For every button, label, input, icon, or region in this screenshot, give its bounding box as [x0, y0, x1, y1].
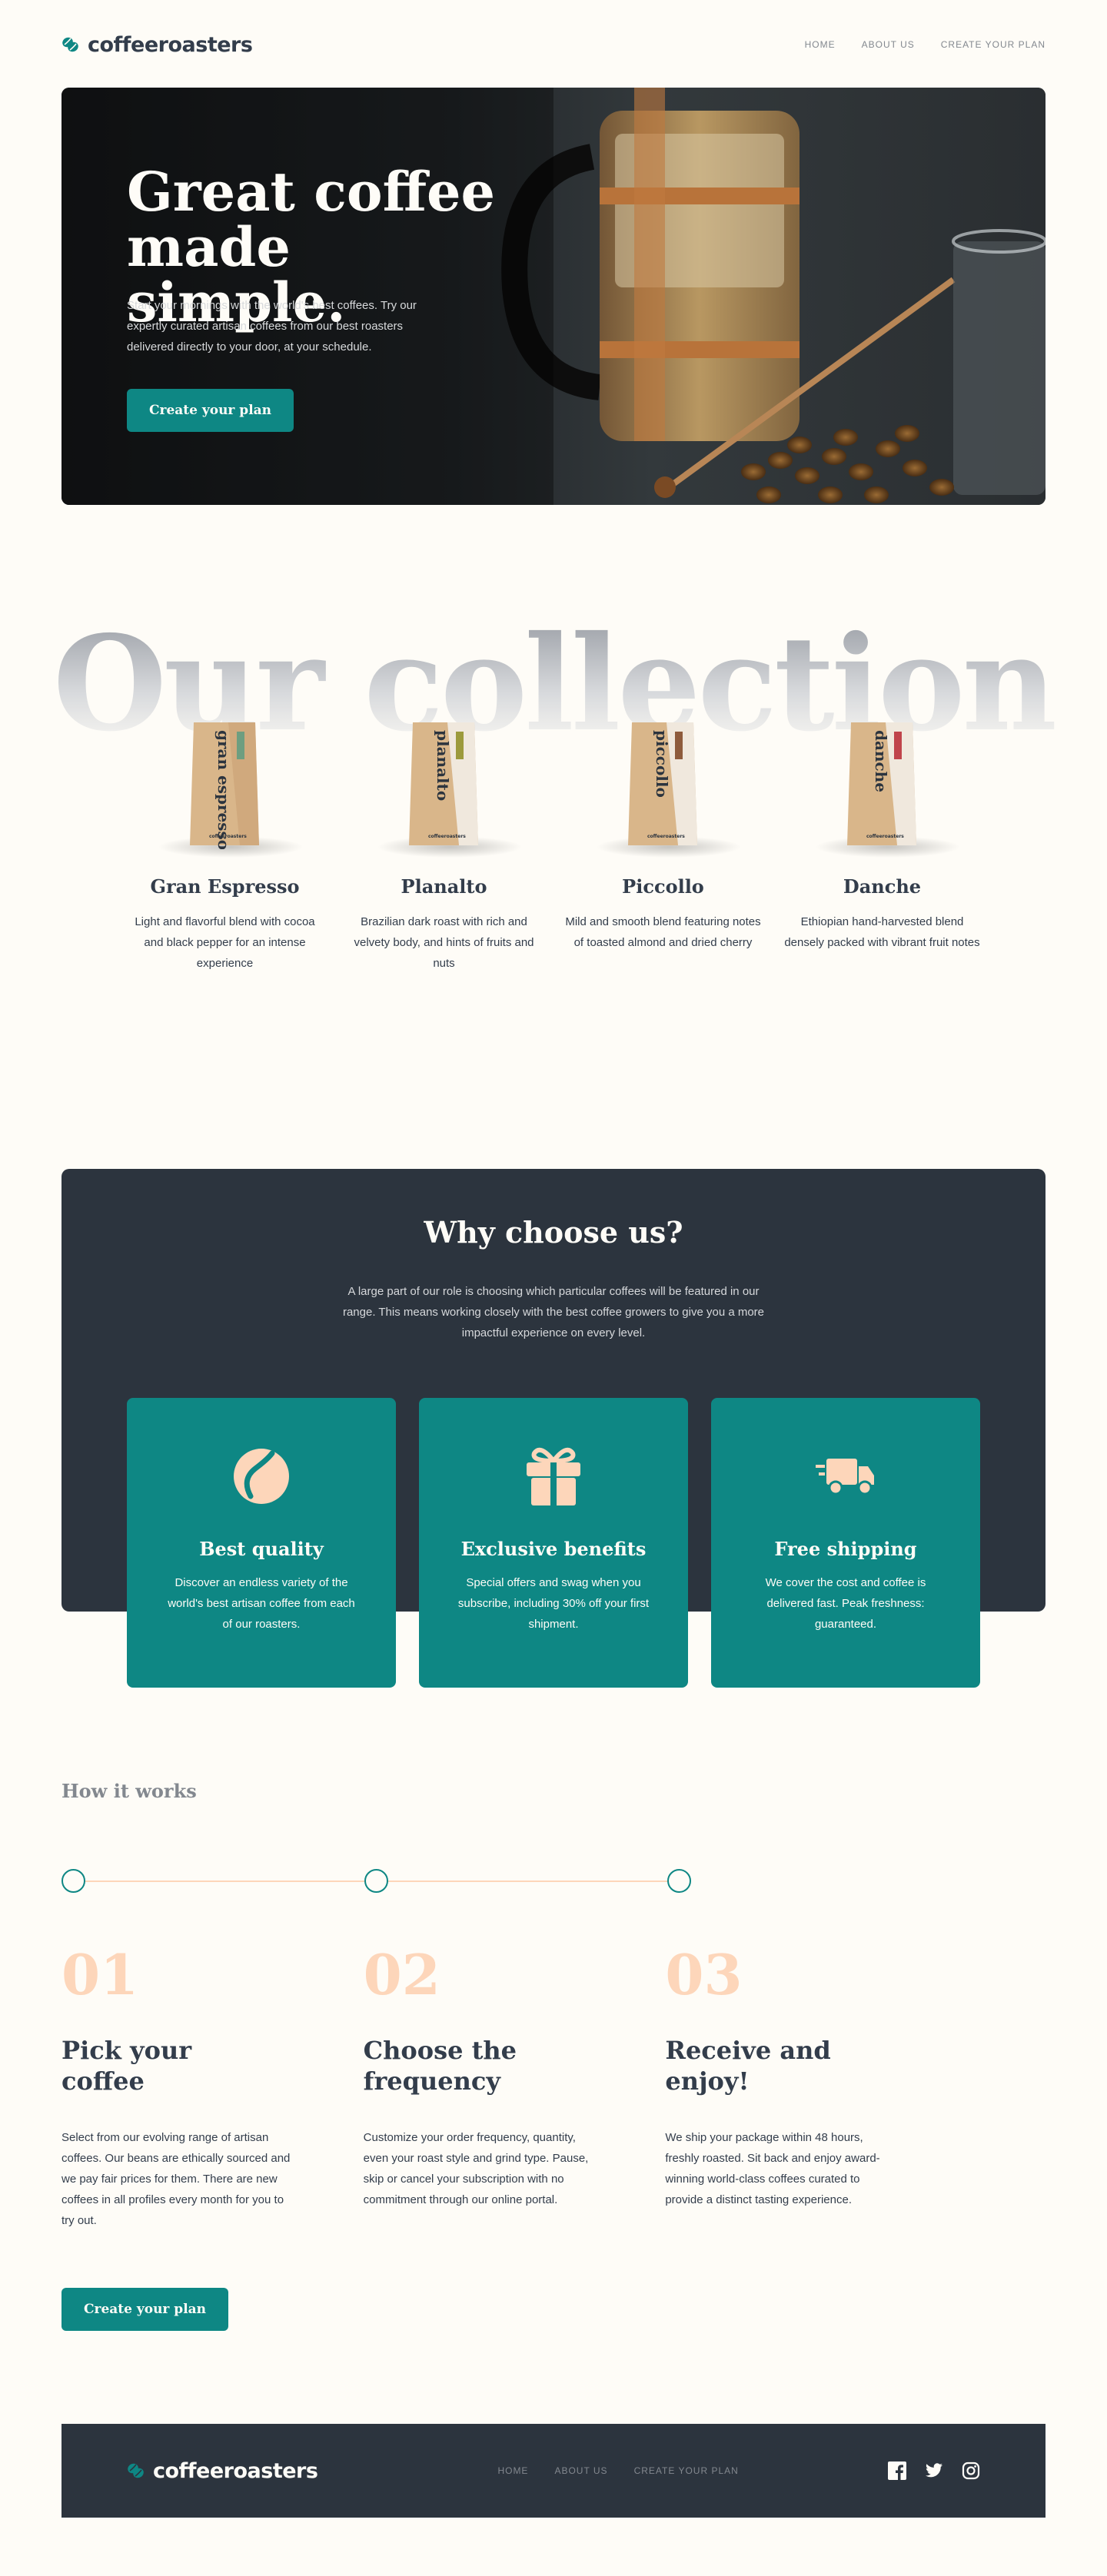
timeline-dot: [667, 1869, 691, 1893]
svg-text:coffeeroasters: coffeeroasters: [209, 834, 247, 839]
gift-icon: [527, 1447, 580, 1505]
why-text: A large part of our role is choosing whi…: [342, 1285, 765, 1339]
truck-icon: [816, 1459, 874, 1495]
why-title: Why choose us?: [424, 1215, 683, 1250]
site-header: coffeeroasters HOME ABOUT US CREATE YOUR…: [62, 31, 1046, 58]
benefit-text: We cover the cost and coffee is delivere…: [765, 1576, 926, 1631]
product-description: Ethiopian hand-harvested blend densely p…: [784, 915, 980, 949]
step-text: Select from our evolving range of artisa…: [62, 2131, 291, 2227]
product-name: Piccollo: [622, 875, 704, 898]
product-bag-image: gran espresso coffeeroasters: [127, 707, 323, 861]
timeline-dot: [62, 1869, 85, 1893]
facebook-icon[interactable]: [888, 2461, 906, 2480]
footer-nav-home[interactable]: HOME: [497, 2465, 528, 2476]
footer-brand-name: coffeeroasters: [153, 2458, 318, 2483]
bag-label: piccollo: [653, 730, 671, 798]
benefit-text: Discover an endless variety of the world…: [168, 1576, 355, 1631]
product-description: Brazilian dark roast with rich and velve…: [354, 915, 534, 970]
site-footer: coffeeroasters HOME ABOUT US CREATE YOUR…: [62, 2424, 1046, 2518]
bag-label: planalto: [434, 730, 452, 801]
twitter-icon[interactable]: [925, 2461, 943, 2480]
product-name: Planalto: [401, 875, 487, 898]
brand-name: coffeeroasters: [88, 32, 253, 57]
svg-text:coffeeroasters: coffeeroasters: [866, 834, 904, 839]
benefit-card: Free shipping We cover the cost and coff…: [711, 1398, 980, 1688]
footer-nav: HOME ABOUT US CREATE YOUR PLAN: [497, 2465, 738, 2476]
collection-grid: gran espresso coffeeroasters Gran Espres…: [127, 707, 980, 974]
benefit-text: Special offers and swag when you subscri…: [457, 1576, 650, 1631]
hero-create-plan-button[interactable]: Create your plan: [127, 389, 294, 432]
product-card[interactable]: danche coffeeroasters Danche Ethiopian h…: [784, 707, 980, 974]
footer-nav-create-plan[interactable]: CREATE YOUR PLAN: [634, 2465, 739, 2476]
product-card[interactable]: piccollo coffeeroasters Piccollo Mild an…: [565, 707, 761, 974]
benefit-title: Exclusive benefits: [460, 1538, 647, 1560]
bag-label: gran espresso: [214, 730, 233, 849]
footer-nav-about-us[interactable]: ABOUT US: [554, 2465, 607, 2476]
coffee-bean-logo-icon: [62, 37, 78, 52]
product-description: Light and flavorful blend with cocoa and…: [135, 915, 315, 970]
bag-label: danche: [872, 730, 890, 792]
nav-about-us[interactable]: ABOUT US: [862, 39, 915, 50]
footer-logo[interactable]: coffeeroasters: [127, 2458, 318, 2483]
step-text: Customize your order frequency, quantity…: [363, 2131, 589, 2206]
product-card[interactable]: gran espresso coffeeroasters Gran Espres…: [127, 707, 323, 974]
benefit-card: Exclusive benefits Special offers and sw…: [419, 1398, 688, 1688]
hero-section: Great coffee made simple. Start your mor…: [62, 88, 1046, 505]
product-name: Danche: [843, 875, 922, 898]
product-description: Mild and smooth blend featuring notes of…: [565, 915, 761, 949]
step-title: Pick your coffee: [62, 2036, 192, 2096]
hero-text: Start your mornings with the world's bes…: [127, 299, 417, 354]
step-number: 02: [363, 1942, 440, 2007]
step: 01 Pick your coffee Select from our evol…: [62, 1944, 304, 2231]
product-bag-image: planalto coffeeroasters: [346, 707, 542, 861]
logo[interactable]: coffeeroasters: [62, 32, 253, 57]
social-links: [888, 2461, 980, 2480]
step-title: Choose the frequency: [363, 2036, 517, 2096]
benefit-title: Best quality: [199, 1538, 324, 1560]
svg-text:coffeeroasters: coffeeroasters: [647, 834, 685, 839]
product-name: Gran Espresso: [150, 875, 300, 898]
svg-text:coffeeroasters: coffeeroasters: [428, 834, 466, 839]
how-create-plan-button[interactable]: Create your plan: [62, 2288, 228, 2331]
product-bag-image: danche coffeeroasters: [784, 707, 980, 861]
product-card[interactable]: planalto coffeeroasters Planalto Brazili…: [346, 707, 542, 974]
step-number: 01: [62, 1942, 139, 2007]
product-bag-image: piccollo coffeeroasters: [565, 707, 761, 861]
step-text: We ship your package within 48 hours, fr…: [665, 2131, 880, 2206]
benefit-card: Best quality Discover an endless variety…: [127, 1398, 396, 1688]
step: 03 Receive and enjoy! We ship your packa…: [665, 1944, 907, 2231]
step-title: Receive and enjoy!: [665, 2036, 831, 2096]
how-it-works-title: How it works: [62, 1780, 197, 1802]
step: 02 Choose the frequency Customize your o…: [364, 1944, 606, 2231]
steps: 01 Pick your coffee Select from our evol…: [62, 1944, 907, 2231]
timeline-dot: [364, 1869, 388, 1893]
benefit-cards: Best quality Discover an endless variety…: [127, 1398, 980, 1688]
coffee-bean-logo-icon: [128, 2463, 144, 2478]
coffee-bean-icon: [234, 1449, 289, 1504]
nav-create-plan[interactable]: CREATE YOUR PLAN: [941, 39, 1046, 50]
step-number: 03: [665, 1942, 743, 2007]
steps-timeline: [62, 1869, 692, 1894]
benefit-title: Free shipping: [774, 1538, 917, 1560]
instagram-icon[interactable]: [962, 2461, 980, 2480]
nav-home[interactable]: HOME: [805, 39, 836, 50]
main-nav: HOME ABOUT US CREATE YOUR PLAN: [805, 39, 1046, 50]
